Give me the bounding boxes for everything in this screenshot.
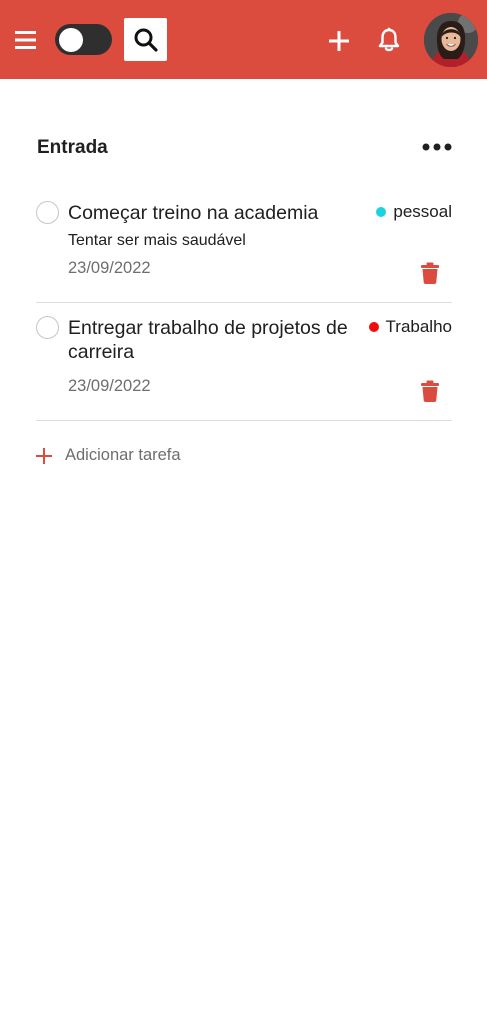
task-title: Entregar trabalho de projetos de carreir…	[68, 317, 348, 363]
task-description: Tentar ser mais saudável	[68, 232, 246, 249]
tag-color-dot	[376, 207, 387, 217]
plus-icon	[329, 31, 349, 51]
notifications-button[interactable]	[375, 26, 403, 54]
task-checkbox[interactable]	[36, 201, 59, 224]
search-button[interactable]	[124, 18, 167, 61]
project-title: Entrada	[37, 137, 108, 158]
delete-task-button[interactable]	[420, 262, 440, 284]
user-avatar[interactable]	[424, 13, 478, 67]
more-horizontal-icon	[422, 143, 452, 151]
bell-icon	[378, 27, 400, 52]
task-title: Começar treino na academia	[68, 202, 319, 224]
add-task-button[interactable]: Adicionar tarefa	[36, 446, 181, 465]
task-checkbox[interactable]	[36, 316, 59, 339]
task-date: 23/09/2022	[68, 377, 151, 395]
toggle-knob	[59, 27, 83, 52]
task-tag[interactable]: pessoal	[376, 202, 452, 222]
menu-icon	[15, 31, 36, 49]
trash-icon	[421, 380, 439, 402]
trash-icon	[421, 262, 439, 284]
tag-label: Trabalho	[385, 317, 452, 336]
menu-button[interactable]	[12, 26, 40, 54]
tag-color-dot	[368, 322, 379, 332]
top-bar	[0, 0, 487, 79]
task-date: 23/09/2022	[68, 259, 151, 277]
delete-task-button[interactable]	[420, 380, 440, 402]
task-tag[interactable]: Trabalho	[368, 317, 452, 337]
tag-label: pessoal	[393, 202, 452, 221]
task-item[interactable]: Entregar trabalho de projetos de carreir…	[36, 305, 452, 421]
quick-add-button[interactable]	[325, 27, 353, 55]
add-task-label: Adicionar tarefa	[65, 446, 181, 464]
task-item[interactable]: Começar treino na academia Tentar ser ma…	[36, 190, 452, 303]
search-icon	[134, 28, 158, 52]
theme-toggle[interactable]	[55, 24, 112, 55]
more-options-button[interactable]	[420, 136, 454, 158]
avatar-image	[424, 13, 478, 67]
plus-icon	[36, 447, 52, 464]
